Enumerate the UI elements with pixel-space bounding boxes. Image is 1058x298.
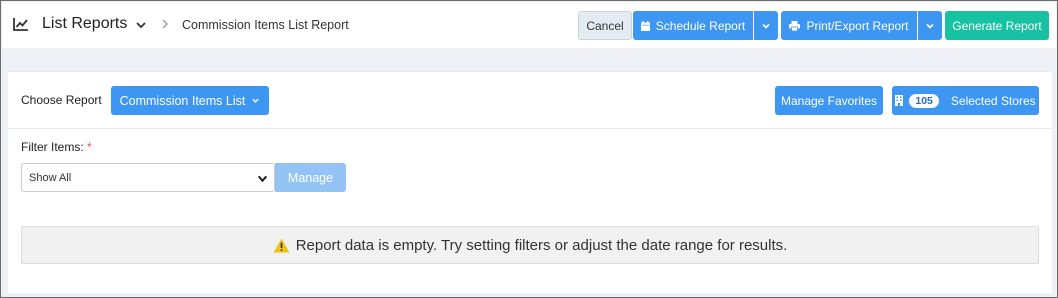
report-panel: Choose Report Commission Items List Mana… (8, 71, 1052, 293)
chevron-down-icon (762, 23, 770, 29)
schedule-report-dropdown[interactable] (754, 11, 778, 40)
building-icon (895, 95, 904, 106)
line-chart-icon (13, 18, 28, 31)
breadcrumb-current: Commission Items List Report (182, 18, 349, 32)
page-header: List Reports Commission Items List Repor… (2, 2, 1056, 48)
filter-items-select[interactable]: Show All (21, 163, 275, 192)
filter-selected-value: Show All (29, 171, 72, 184)
breadcrumb-separator-icon (162, 19, 168, 29)
filter-items-text: Filter Items: (21, 140, 84, 154)
schedule-report-button[interactable]: Schedule Report (633, 11, 753, 40)
printer-icon (789, 20, 801, 31)
manage-filter-button[interactable]: Manage (275, 163, 346, 192)
chevron-down-icon (926, 23, 934, 29)
selected-stores-label: Selected Stores (950, 93, 1036, 108)
print-export-button[interactable]: Print/Export Report (781, 11, 917, 40)
manage-favorites-button[interactable]: Manage Favorites (775, 86, 883, 115)
chevron-down-icon (257, 175, 268, 183)
report-window: List Reports Commission Items List Repor… (0, 0, 1058, 298)
selected-stores-button[interactable]: 105 Selected Stores (892, 86, 1039, 115)
selected-report-label: Commission Items List (119, 93, 246, 108)
calendar-icon (640, 20, 650, 31)
page-title[interactable]: List Reports (42, 15, 127, 33)
empty-report-alert: Report data is empty. Try setting filter… (21, 226, 1039, 264)
empty-report-message: Report data is empty. Try setting filter… (295, 236, 788, 254)
chevron-down-icon[interactable] (135, 19, 147, 31)
stores-count-badge: 105 (909, 93, 939, 108)
generate-report-button[interactable]: Generate Report (945, 11, 1049, 40)
choose-report-label: Choose Report (21, 93, 102, 107)
warning-triangle-icon (273, 238, 290, 252)
choose-report-dropdown[interactable]: Commission Items List (111, 86, 269, 115)
schedule-report-split-button: Schedule Report (633, 11, 778, 40)
section-divider (8, 128, 1052, 129)
required-marker: * (87, 140, 92, 154)
cancel-button[interactable]: Cancel (578, 11, 632, 40)
print-export-dropdown[interactable] (918, 11, 942, 40)
print-export-split-button: Print/Export Report (781, 11, 942, 40)
filter-items-label: Filter Items: * (21, 140, 92, 154)
schedule-report-label: Schedule Report (655, 18, 746, 33)
print-export-label: Print/Export Report (806, 18, 909, 33)
chevron-down-icon (252, 98, 260, 103)
